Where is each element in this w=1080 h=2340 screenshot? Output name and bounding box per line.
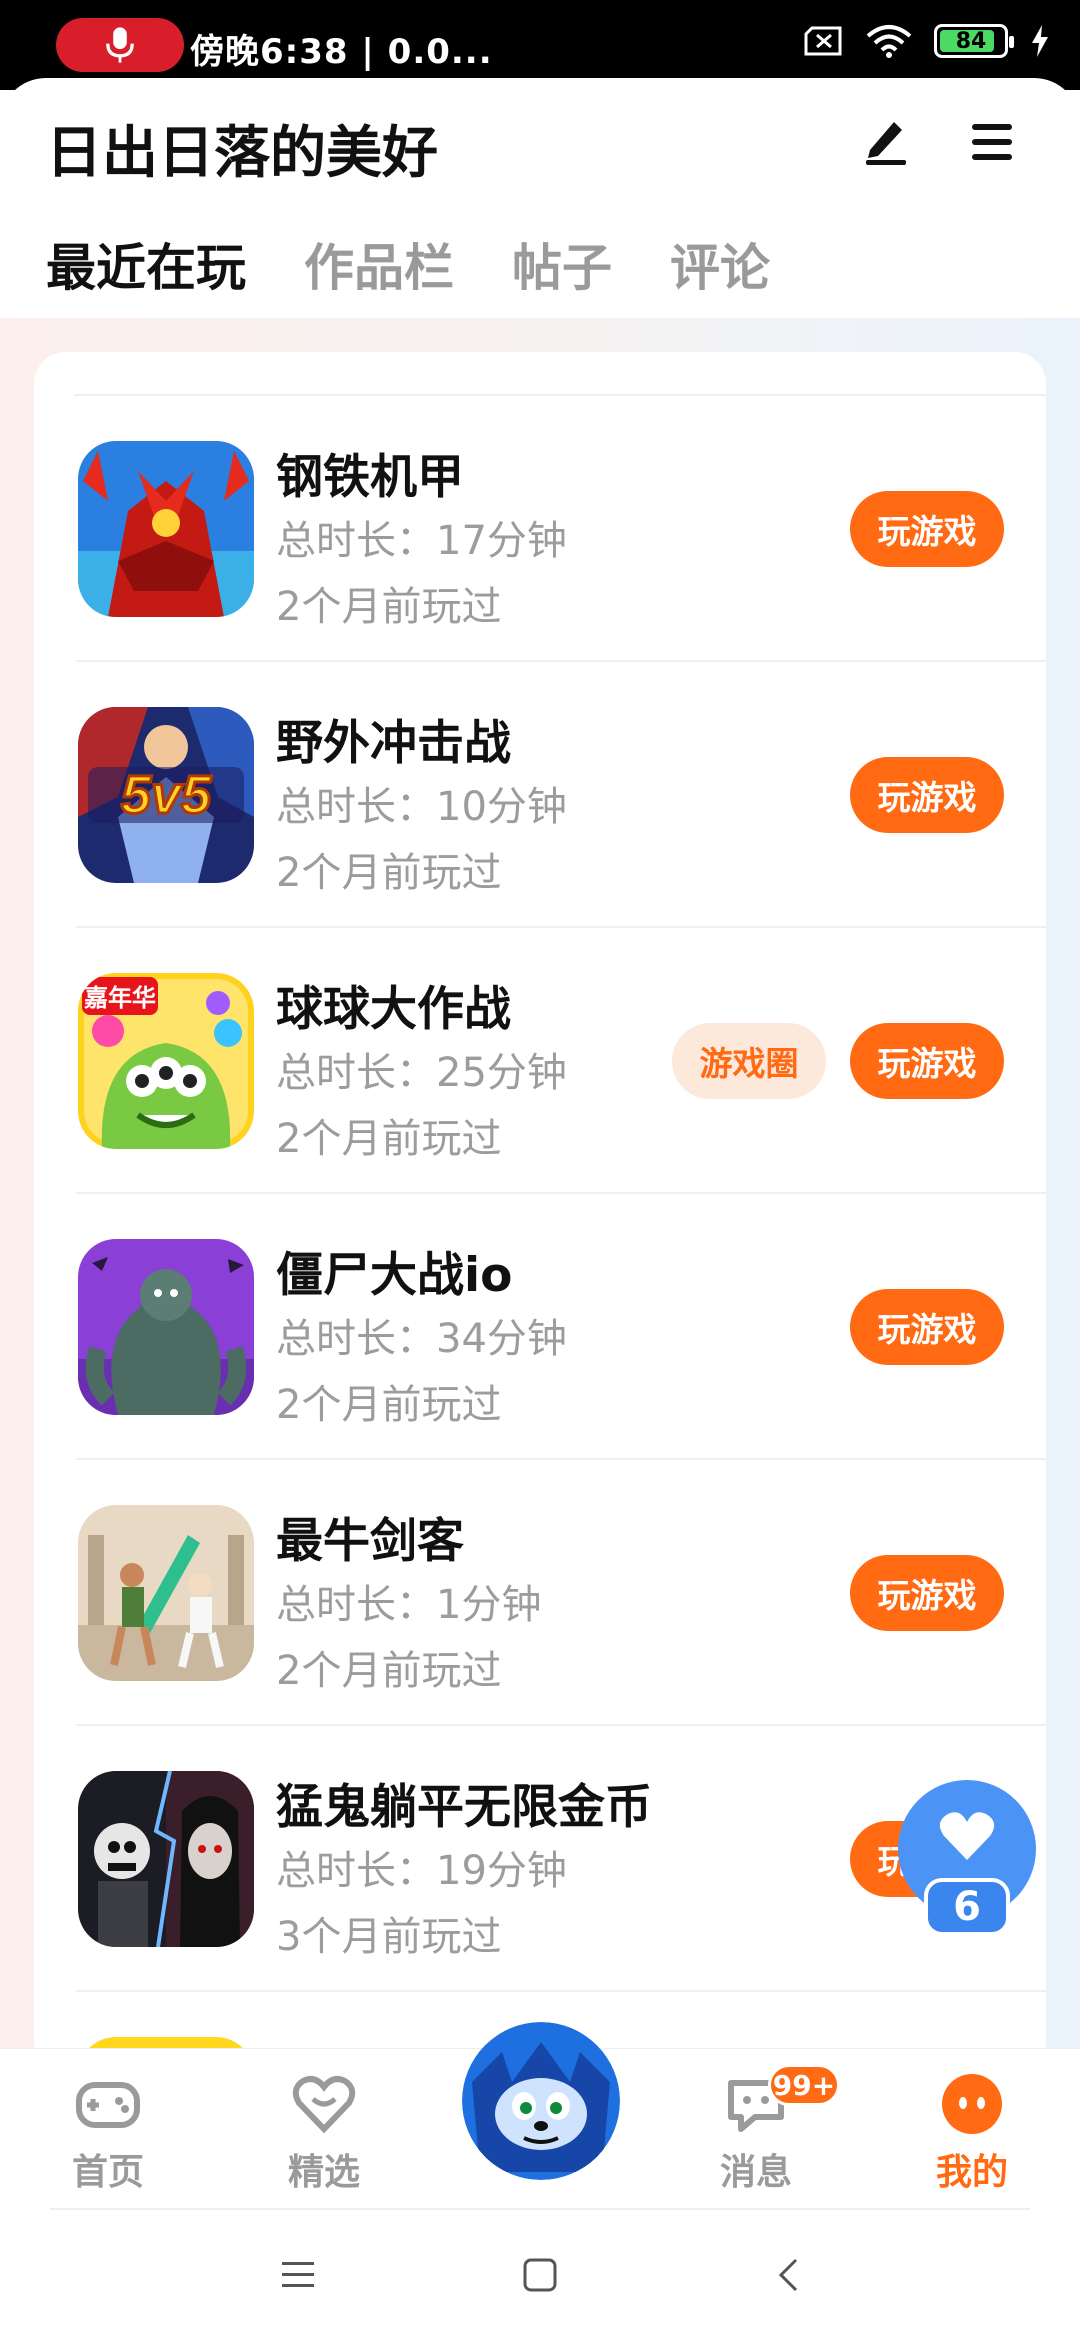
game-name: 最牛剑客 <box>276 1514 464 1569</box>
edit-icon <box>866 122 906 165</box>
play-game-button[interactable]: 玩游戏 <box>850 1289 1004 1365</box>
profile-header: 日出日落的美好 最近在玩 作品栏 帖子 评论 <box>0 78 1080 330</box>
nav-mine-label: 我的 <box>935 2152 1008 2193</box>
charging-icon <box>1032 25 1048 57</box>
swordsman-icon[interactable] <box>78 1505 254 1681</box>
tab-recent-played[interactable]: 最近在玩 <box>46 228 246 330</box>
home-button[interactable] <box>500 2210 580 2340</box>
avatar[interactable] <box>462 2022 620 2180</box>
nav-featured[interactable]: 精选 <box>254 2069 394 2195</box>
game-total-time: 总时长：19分钟 <box>276 1848 567 1894</box>
list-item[interactable]: 最牛剑客 总时长：1分钟 2个月前玩过 玩游戏 <box>34 1460 1046 1726</box>
game-circle-button[interactable]: 游戏圈 <box>672 1023 826 1099</box>
game-name: 野外冲击战 <box>276 716 511 771</box>
game-last-played: 2个月前玩过 <box>276 1382 502 1428</box>
icon-carnival-text: 嘉年华 <box>84 984 156 1012</box>
battery-icon: 84 <box>934 24 1014 58</box>
green-blob-icon[interactable]: 嘉年华 <box>78 973 254 1149</box>
game-last-played: 3个月前玩过 <box>276 1914 502 1960</box>
microphone-icon <box>106 27 134 63</box>
game-total-time: 总时长：25分钟 <box>276 1050 567 1096</box>
tab-comments[interactable]: 评论 <box>670 228 770 300</box>
game-total-time: 总时长：10分钟 <box>276 784 567 830</box>
tab-works[interactable]: 作品栏 <box>304 228 454 300</box>
nav-home-label: 首页 <box>71 2152 144 2193</box>
menu-button[interactable] <box>962 112 1022 172</box>
game-name: 球球大作战 <box>276 982 511 1037</box>
5v5-heroes-icon[interactable]: 5v5 <box>78 707 254 883</box>
game-last-played: 2个月前玩过 <box>276 584 502 630</box>
game-total-time: 总时长：34分钟 <box>276 1316 567 1362</box>
system-nav-bar <box>0 2210 1080 2340</box>
list-item[interactable]: 嘉年华 球球大作战 总时长：25分钟 2个月前玩过 游戏圈 玩游戏 <box>34 928 1046 1194</box>
game-total-time: 总时长：17分钟 <box>276 518 567 564</box>
heart-icon <box>939 1812 995 1860</box>
tab-posts[interactable]: 帖子 <box>512 228 612 300</box>
face-icon <box>942 2074 1002 2134</box>
ghost-icon[interactable] <box>78 1771 254 1947</box>
icon-5v5-text: 5v5 <box>121 765 212 825</box>
back-chevron-icon <box>778 2258 798 2292</box>
menu-lines-icon <box>282 2262 314 2287</box>
gamepad-icon <box>76 2082 140 2128</box>
game-total-time: 总时长：1分钟 <box>276 1582 542 1628</box>
game-last-played: 2个月前玩过 <box>276 1116 502 1162</box>
red-mecha-icon[interactable] <box>78 441 254 617</box>
wifi-icon <box>866 25 912 58</box>
game-name: 猛鬼躺平无限金币 <box>276 1780 652 1835</box>
blue-hedgehog-avatar-icon <box>462 2022 620 2180</box>
nav-mine[interactable]: 我的 <box>902 2069 1042 2195</box>
profile-tabs: 最近在玩 作品栏 帖子 评论 <box>46 228 770 330</box>
game-last-played: 2个月前玩过 <box>276 1648 502 1694</box>
edit-button[interactable] <box>856 110 916 170</box>
microphone-indicator[interactable] <box>56 18 184 72</box>
square-home-icon <box>523 2258 557 2292</box>
list-item[interactable]: 钢铁机甲 总时长：17分钟 2个月前玩过 玩游戏 <box>34 396 1046 662</box>
list-item[interactable]: 僵尸大战io 总时长：34分钟 2个月前玩过 玩游戏 <box>34 1194 1046 1460</box>
page-title: 日出日落的美好 <box>46 121 438 186</box>
recent-games-list: 钢铁机甲 总时长：17分钟 2个月前玩过 玩游戏 5v5 野外冲击战 总时长：1… <box>34 352 1046 2072</box>
status-bar: 傍晚6:38 | 0.0... 84 <box>0 0 1080 90</box>
zombie-icon[interactable] <box>78 1239 254 1415</box>
game-last-played: 2个月前玩过 <box>276 850 502 896</box>
play-game-button[interactable]: 玩游戏 <box>850 757 1004 833</box>
play-game-button[interactable]: 玩游戏 <box>850 1023 1004 1099</box>
favorite-count: 6 <box>924 1878 1010 1936</box>
nav-messages-label: 消息 <box>719 2152 792 2193</box>
sim-disabled-icon <box>804 26 842 56</box>
play-game-button[interactable]: 玩游戏 <box>850 491 1004 567</box>
battery-level: 84 <box>955 28 987 54</box>
game-name: 钢铁机甲 <box>276 450 464 505</box>
list-item[interactable]: 猛鬼躺平无限金币 总时长：19分钟 3个月前玩过 玩游戏 <box>34 1726 1046 1992</box>
list-item[interactable]: 5v5 野外冲击战 总时长：10分钟 2个月前玩过 玩游戏 <box>34 662 1046 928</box>
nav-featured-label: 精选 <box>287 2152 360 2193</box>
nav-home[interactable]: 首页 <box>38 2069 178 2195</box>
recents-button[interactable] <box>258 2210 338 2340</box>
back-button[interactable] <box>748 2210 828 2340</box>
game-name: 僵尸大战io <box>276 1248 513 1303</box>
hamburger-icon <box>972 124 1012 160</box>
play-game-button[interactable]: 玩游戏 <box>850 1555 1004 1631</box>
messages-badge: 99+ <box>768 2064 840 2106</box>
heart-outline-icon <box>292 2076 356 2134</box>
status-time: 傍晚6:38 | 0.0... <box>190 32 493 72</box>
